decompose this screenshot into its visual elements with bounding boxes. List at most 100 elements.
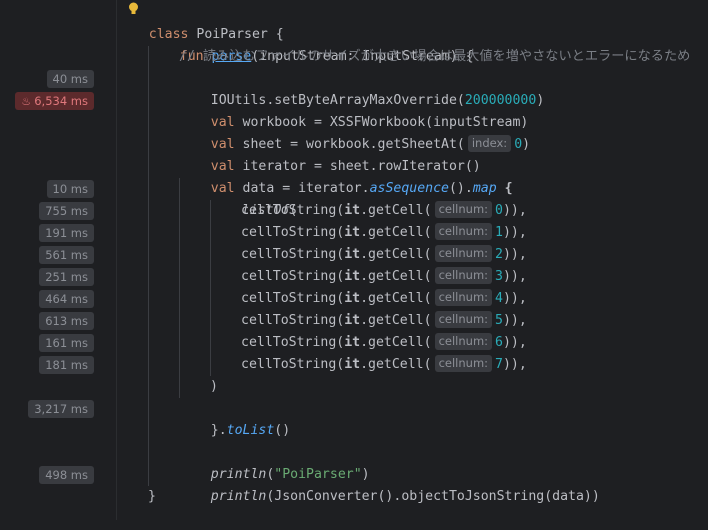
number-literal: 0 xyxy=(495,203,503,218)
code-line-6: val iterator = sheet.rowIterator() xyxy=(179,134,481,174)
code-text: .getCell( xyxy=(360,291,432,306)
timing-label: 191 ms xyxy=(45,226,88,240)
timing-badge[interactable]: 40 ms xyxy=(46,70,94,88)
code-text: .getCell( xyxy=(360,225,432,240)
code-text: )), xyxy=(502,313,527,328)
it-keyword: it xyxy=(344,291,361,306)
timing-label: 181 ms xyxy=(45,358,88,372)
code-text: }. xyxy=(210,423,227,438)
timing-label: 161 ms xyxy=(45,336,88,350)
it-keyword: it xyxy=(344,335,361,350)
function-call: cellToString( xyxy=(241,269,345,284)
timing-badge[interactable]: 181 ms xyxy=(39,356,94,374)
code-line-17: ) xyxy=(210,379,218,394)
function-call: map xyxy=(472,181,497,196)
code-line-21: println(JsonConverter().objectToJsonStri… xyxy=(179,464,600,504)
timing-badge[interactable]: 3,217 ms xyxy=(28,400,94,418)
parameter-hint: cellnum: xyxy=(434,201,493,218)
code-text: .getCell( xyxy=(360,313,432,328)
code-line-20: println("PoiParser") xyxy=(179,442,370,482)
number-literal: 5 xyxy=(495,313,503,328)
code-text: ) xyxy=(522,137,531,152)
code-line-3: IOUtils.setByteArrayMaxOverride(20000000… xyxy=(179,68,545,108)
timing-badge[interactable]: 498 ms xyxy=(39,466,94,484)
code-text: (). xyxy=(448,181,473,196)
code-line-cell: cellToString(it.getCell(cellnum: 7)), xyxy=(241,354,527,376)
timing-badge[interactable]: 191 ms xyxy=(39,224,94,242)
timing-badge[interactable]: 613 ms xyxy=(39,312,94,330)
code-line-cell: cellToString(it.getCell(cellnum: 0)), xyxy=(241,200,527,222)
timing-label: 40 ms xyxy=(52,72,88,86)
code-line-5: val sheet = workbook.getSheetAt(index: 0) xyxy=(179,112,530,152)
number-literal: 4 xyxy=(495,291,503,306)
code-text: (JsonConverter().objectToJsonString(data… xyxy=(266,489,600,504)
parameter-hint: cellnum: xyxy=(434,355,493,372)
timing-label: 755 ms xyxy=(45,204,88,218)
code-text: )), xyxy=(502,269,527,284)
code-text: () xyxy=(274,423,291,438)
timing-label: 10 ms xyxy=(52,182,88,196)
code-line-cell: cellToString(it.getCell(cellnum: 2)), xyxy=(241,244,527,266)
number-literal: 6 xyxy=(495,335,503,350)
code-line-cell: cellToString(it.getCell(cellnum: 3)), xyxy=(241,266,527,288)
code-line-8: listOf( xyxy=(210,178,298,218)
timing-label: 251 ms xyxy=(45,270,88,284)
function-call: cellToString( xyxy=(241,203,345,218)
function-call: toList xyxy=(226,423,275,438)
parameter-hint: cellnum: xyxy=(434,245,493,262)
code-text: )), xyxy=(502,203,527,218)
code-line-4: val workbook = XSSFWorkbook(inputStream) xyxy=(179,90,529,130)
parameter-hint: cellnum: xyxy=(434,289,493,306)
parameter-hint: cellnum: xyxy=(434,311,493,328)
code-text: )), xyxy=(502,225,527,240)
number-literal: 3 xyxy=(495,269,503,284)
timing-label: 3,217 ms xyxy=(34,402,88,416)
code-line-18: }.toList() xyxy=(179,398,290,438)
function-call: cellToString( xyxy=(241,291,345,306)
code-text: .getCell( xyxy=(360,335,432,350)
code-line-cell: cellToString(it.getCell(cellnum: 4)), xyxy=(241,288,527,310)
code-line-cell: cellToString(it.getCell(cellnum: 5)), xyxy=(241,310,527,332)
timing-label: 561 ms xyxy=(45,248,88,262)
parameter-hint: cellnum: xyxy=(434,267,493,284)
it-keyword: it xyxy=(344,247,361,262)
number-literal: 7 xyxy=(495,357,503,372)
number-literal: 2 xyxy=(495,247,503,262)
parameter-hint: cellnum: xyxy=(434,333,493,350)
code-text: )), xyxy=(502,291,527,306)
timing-badge[interactable]: 251 ms xyxy=(39,268,94,286)
code-text: .getCell( xyxy=(360,203,432,218)
timing-label: 613 ms xyxy=(45,314,88,328)
function-call: asSequence xyxy=(369,181,449,196)
indent-guide xyxy=(148,46,149,486)
it-keyword: it xyxy=(344,269,361,284)
code-line-fun: fun parse(inputStream: InputStream) { xyxy=(148,24,474,64)
it-keyword: it xyxy=(344,357,361,372)
code-line-class: class PoiParser { xyxy=(117,2,284,42)
function-call: cellToString( xyxy=(241,335,345,350)
number-literal: 0 xyxy=(514,137,523,152)
timing-badge-hot[interactable]: ♨ 6,534 ms xyxy=(15,92,94,110)
timing-badge[interactable]: 161 ms xyxy=(39,334,94,352)
timing-badge[interactable]: 755 ms xyxy=(39,202,94,220)
function-call: cellToString( xyxy=(241,357,345,372)
code-text: { xyxy=(496,181,513,196)
it-keyword: it xyxy=(344,313,361,328)
timing-badge[interactable]: 464 ms xyxy=(39,290,94,308)
it-keyword: it xyxy=(344,203,361,218)
editor-gutter: 40 ms ♨ 6,534 ms 10 ms 755 ms 191 ms 561 ms 251… xyxy=(0,0,117,520)
timing-badge[interactable]: 561 ms xyxy=(39,246,94,264)
code-comment: // 読み込むファイルのサイズが大きい場合は最大値を増やさないとエラーになるため xyxy=(179,49,691,64)
code-text: )), xyxy=(502,335,527,350)
parameter-hint: cellnum: xyxy=(434,223,493,240)
flame-icon: ♨ xyxy=(21,95,32,108)
code-line-7: val data = iterator.asSequence().map { xyxy=(179,156,513,196)
code-editor[interactable]: class PoiParser { fun parse(inputStream:… xyxy=(117,0,708,520)
code-text: )), xyxy=(502,247,527,262)
code-text: ) xyxy=(536,93,545,108)
function-call: cellToString( xyxy=(241,247,345,262)
timing-label: 464 ms xyxy=(45,292,88,306)
function-call: println xyxy=(210,489,267,504)
function-call: cellToString( xyxy=(241,225,345,240)
timing-badge[interactable]: 10 ms xyxy=(46,180,94,198)
